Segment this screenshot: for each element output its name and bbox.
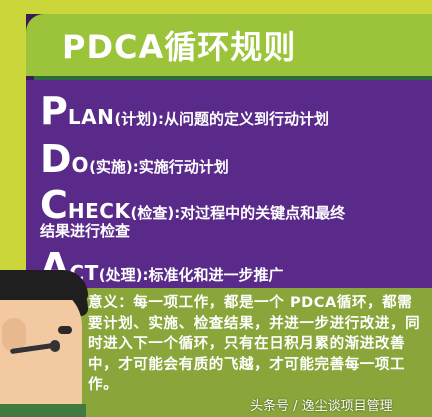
plan-letter: P: [40, 89, 68, 133]
do-letter: D: [40, 137, 72, 181]
watermark: 头条号 / 逸尘谈项目管理: [250, 399, 393, 414]
act-cn: (处理): [98, 266, 143, 284]
frame-top: [0, 0, 432, 14]
row-do: DO(实施):实施行动计划: [40, 140, 229, 178]
row-plan: PLAN(计划):从问题的定义到行动计划: [40, 92, 329, 130]
character-eye: [58, 326, 72, 334]
page-title: PDCA循环规则: [62, 28, 297, 66]
character-hair-top: [0, 270, 88, 300]
do-desc: :实施行动计划: [132, 158, 229, 176]
row-check: CHECK(检查):对过程中的关键点和最终: [40, 186, 345, 224]
plan-desc: :从问题的定义到行动计划: [158, 110, 330, 128]
meaning-text: 意义：每一项工作，都是一个 PDCA循环，都需要计划、实施、检查结果，并进一步进…: [88, 295, 421, 393]
check-desc-line2: 结果进行检查: [40, 222, 131, 240]
headset-mic-head-icon: [50, 340, 60, 352]
plan-word: LAN: [67, 105, 115, 129]
do-word: O: [71, 153, 90, 177]
act-desc: :标准化和进一步推广: [142, 266, 284, 284]
check-desc: :对过程中的关键点和最终: [174, 204, 346, 222]
pdca-poster: PDCA循环规则 PLAN(计划):从问题的定义到行动计划 DO(实施):实施行…: [0, 0, 432, 417]
check-cn: (检查): [130, 204, 175, 222]
plan-cn: (计划): [114, 110, 159, 128]
do-cn: (实施): [89, 158, 133, 176]
character-collar: [0, 404, 86, 417]
